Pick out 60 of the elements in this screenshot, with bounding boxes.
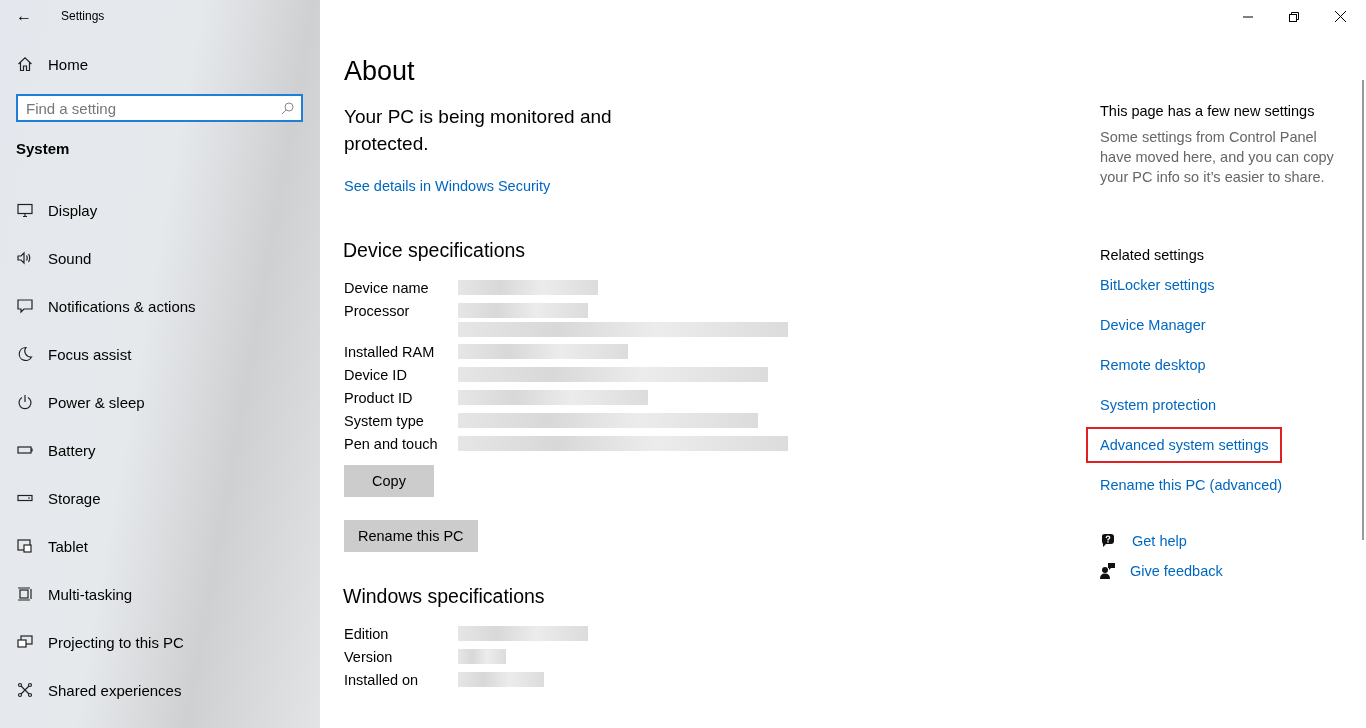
spec-label: Pen and touch [344,436,439,452]
action-button[interactable]: Rename this PC [344,520,478,552]
person-feedback-icon [1100,563,1115,579]
search-field[interactable]: Find a setting [16,94,303,122]
power-icon [17,394,33,410]
sidebar-item[interactable]: Power & sleep [0,378,320,426]
related-setting-link[interactable]: Remote desktop [1100,357,1206,373]
sidebar-item[interactable]: Projecting to this PC [0,618,320,666]
moon-icon [17,346,33,362]
help-link[interactable]: Get help [1132,533,1187,549]
help-bubble-icon [1100,533,1117,549]
close-icon[interactable] [1335,11,1346,22]
monitor-icon [17,202,33,218]
spec-label: Version [344,649,394,665]
speaker-icon [17,250,33,266]
sidebar-item[interactable]: Notifications & actions [0,282,320,330]
network-icon [17,682,33,698]
sidebar-item[interactable]: Tablet [0,522,320,570]
sidebar-item[interactable]: Storage [0,474,320,522]
security-details-link[interactable]: See details in Windows Security [344,178,551,194]
related-setting-link[interactable]: BitLocker settings [1100,277,1215,293]
spec-label: Product ID [344,390,414,406]
related-settings-heading: Related settings [1100,247,1205,263]
action-button[interactable]: Copy [344,465,434,497]
spec-label: Installed on [344,672,420,688]
sidebar-item[interactable]: Focus assist [0,330,320,378]
related-setting-link[interactable]: Advanced system settings [1088,429,1281,461]
spec-label: Edition [344,626,390,642]
speech-bubble-icon [17,298,33,314]
page-title: About [344,56,416,87]
related-setting-link[interactable]: Device Manager [1100,317,1206,333]
sidebar-item[interactable]: Sound [0,234,320,282]
sidebar-item[interactable]: Battery [0,426,320,474]
projector-icon [17,634,33,650]
sidebar-item[interactable]: Multi-tasking [0,570,320,618]
security-status: Your PC is being monitored and protected. [344,105,613,156]
help-link[interactable]: Give feedback [1130,563,1223,579]
spec-label: Installed RAM [344,344,436,360]
scrollbar[interactable] [1362,80,1364,540]
section-heading: System [15,139,71,159]
notice-text: Some settings from Control Panel have moved here, and you can copy your PC info so it’s easier to share. [1100,128,1335,187]
section-heading: Device specifications [343,239,527,262]
notice-title: This page has a few new settings [1100,103,1316,119]
search-icon [281,102,294,115]
tablet-icon [17,538,33,554]
related-setting-link[interactable]: System protection [1100,397,1217,413]
section-heading: Windows specifications [343,585,546,608]
home-nav-item[interactable]: Home [0,40,320,88]
related-setting-link[interactable]: Rename this PC (advanced) [1100,477,1283,493]
spec-label: Processor [344,303,411,321]
window-title: Settings [61,9,105,23]
blurred-value [458,649,506,664]
sidebar-item[interactable]: Shared experiences [0,666,320,714]
spec-label: Device ID [344,367,408,383]
home-icon [17,56,33,72]
sidebar-item[interactable]: Display [0,186,320,234]
spec-label: System type [344,413,425,429]
restore-icon[interactable] [1289,11,1299,22]
back-button[interactable]: ← [0,7,48,25]
spec-label: Device name [344,280,430,296]
